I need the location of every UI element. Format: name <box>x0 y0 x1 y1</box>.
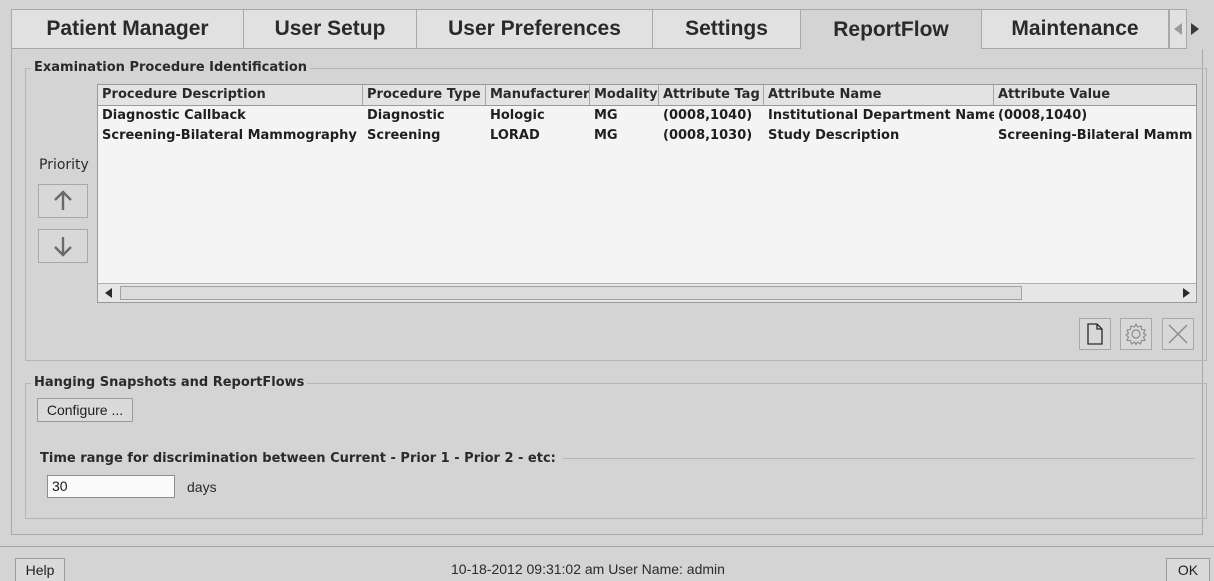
tab-reportflow[interactable]: ReportFlow <box>800 9 982 50</box>
column-header-attribute-name[interactable]: Attribute Name <box>764 85 994 105</box>
column-header-manufacturer[interactable]: Manufacturer <box>486 85 590 105</box>
column-header-attribute-value[interactable]: Attribute Value <box>994 85 1196 105</box>
cell-manufacturer: Hologic <box>490 108 545 123</box>
priority-up-button[interactable] <box>38 184 88 218</box>
priority-down-button[interactable] <box>38 229 88 263</box>
scroll-left-icon <box>104 288 112 298</box>
tab-user-preferences[interactable]: User Preferences <box>416 9 653 49</box>
gear-icon <box>1125 322 1147 346</box>
tab-bar: Patient Manager User Setup User Preferen… <box>11 9 1203 50</box>
arrow-down-icon <box>54 237 72 257</box>
exam-procedure-group-title: Examination Procedure Identification <box>31 60 311 75</box>
tab-settings[interactable]: Settings <box>652 9 801 49</box>
new-procedure-button[interactable] <box>1079 318 1111 350</box>
tab-maintenance[interactable]: Maintenance <box>981 9 1169 49</box>
procedure-table: Procedure Description Procedure Type Man… <box>97 84 1197 303</box>
edit-procedure-button[interactable] <box>1120 318 1152 350</box>
tab-scroll-left-button[interactable] <box>1169 9 1187 49</box>
cell-attribute-value: (0008,1040) <box>998 108 1088 123</box>
table-row[interactable]: Diagnostic Callback Diagnostic Hologic M… <box>98 106 1196 126</box>
column-header-procedure-description[interactable]: Procedure Description <box>98 85 363 105</box>
cell-procedure-type: Screening <box>367 128 441 143</box>
cell-procedure-description: Screening-Bilateral Mammography <box>102 128 357 143</box>
scroll-right-button[interactable] <box>1176 284 1196 302</box>
new-document-icon <box>1087 323 1103 345</box>
scrollbar-thumb[interactable] <box>120 286 1022 300</box>
triangle-right-icon <box>1191 23 1199 35</box>
days-label: days <box>187 479 217 495</box>
cell-attribute-name: Study Description <box>768 128 900 143</box>
time-range-separator <box>563 458 1195 459</box>
triangle-left-icon <box>1174 23 1182 35</box>
table-row[interactable]: Screening-Bilateral Mammography Screenin… <box>98 126 1196 146</box>
cell-modality: MG <box>594 108 618 123</box>
hanging-snapshots-group-title: Hanging Snapshots and ReportFlows <box>31 375 308 390</box>
cell-attribute-name: Institutional Department Name <box>768 108 994 123</box>
time-range-label: Time range for discrimination between Cu… <box>40 451 556 466</box>
status-bar: Help 10-18-2012 09:31:02 am User Name: a… <box>0 546 1214 581</box>
tab-user-setup[interactable]: User Setup <box>243 9 417 49</box>
procedure-table-header: Procedure Description Procedure Type Man… <box>98 85 1196 106</box>
column-header-attribute-tag[interactable]: Attribute Tag <box>659 85 764 105</box>
column-header-procedure-type[interactable]: Procedure Type <box>363 85 486 105</box>
close-icon <box>1168 324 1188 344</box>
scroll-right-icon <box>1182 288 1190 298</box>
priority-label: Priority <box>39 157 89 173</box>
cell-procedure-description: Diagnostic Callback <box>102 108 246 123</box>
time-range-input[interactable]: 30 <box>47 475 175 498</box>
ok-button[interactable]: OK <box>1166 558 1210 581</box>
horizontal-scrollbar[interactable] <box>98 283 1196 302</box>
cell-attribute-value: Screening-Bilateral Mamm <box>998 128 1193 143</box>
cell-procedure-type: Diagnostic <box>367 108 445 123</box>
arrow-up-icon <box>54 190 72 210</box>
configure-button[interactable]: Configure ... <box>37 398 133 422</box>
tab-scroll-right-button[interactable] <box>1187 9 1203 49</box>
cell-manufacturer: LORAD <box>490 128 540 143</box>
help-button[interactable]: Help <box>15 558 65 581</box>
cell-attribute-tag: (0008,1040) <box>663 108 753 123</box>
status-text: 10-18-2012 09:31:02 am User Name: admin <box>451 561 725 577</box>
delete-procedure-button[interactable] <box>1162 318 1194 350</box>
tab-patient-manager[interactable]: Patient Manager <box>11 9 244 49</box>
column-header-modality[interactable]: Modality <box>590 85 659 105</box>
cell-modality: MG <box>594 128 618 143</box>
scroll-left-button[interactable] <box>98 284 118 302</box>
cell-attribute-tag: (0008,1030) <box>663 128 753 143</box>
